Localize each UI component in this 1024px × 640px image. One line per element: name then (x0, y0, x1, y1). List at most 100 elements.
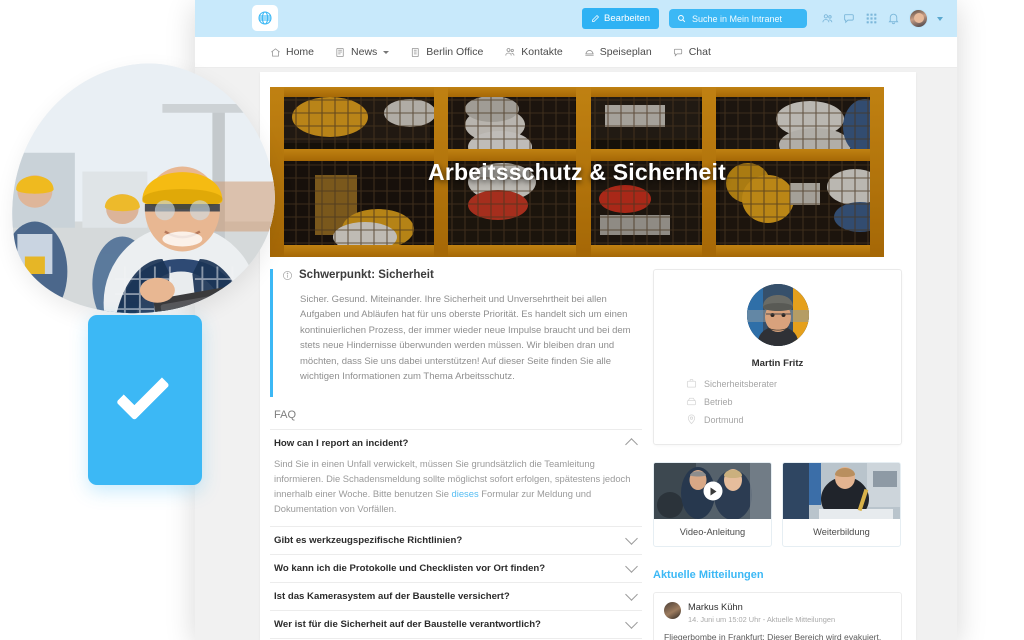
chevron-down-icon[interactable] (625, 531, 638, 545)
faq-question: Ist das Kamerasystem auf der Baustelle v… (274, 590, 510, 602)
faq-question: How can I report an incident? (274, 438, 409, 450)
profile-role: Sicherheitsberater (704, 378, 778, 389)
highlight-box: Schwerpunkt: Sicherheit Sicher. Gesund. … (270, 269, 642, 398)
construction-worker-photo (0, 45, 291, 333)
chevron-down-icon[interactable] (625, 615, 638, 629)
profile-department-row: Betrieb (686, 396, 891, 407)
chat-bubble-icon[interactable] (843, 12, 856, 25)
faq-question-toggle[interactable]: Wo kann ich die Protokolle und Checklist… (270, 555, 642, 582)
contacts-icon (505, 48, 515, 56)
briefcase-icon (686, 378, 697, 388)
chevron-down-icon[interactable] (383, 50, 390, 54)
avatar[interactable] (746, 284, 809, 346)
nav-label: Speiseplan (599, 46, 652, 58)
nav-item-speiseplan[interactable]: Speiseplan (584, 46, 652, 58)
location-pin-icon (687, 414, 696, 425)
faq-item: Wo kann ich die Protokolle und Checklist… (270, 553, 642, 582)
chevron-down-icon[interactable] (625, 587, 638, 601)
profile-name: Martin Fritz (751, 358, 804, 369)
faq-answer: Sind Sie in einen Unfall verwickelt, müs… (270, 457, 642, 525)
main-navigation: Home News Berlin Office Kontakte Speisep… (195, 37, 957, 68)
page-content-card: Arbeitsschutz & Sicherheit Schwerpunkt: … (260, 72, 916, 640)
nav-label: Chat (688, 46, 711, 58)
nav-item-news[interactable]: News (335, 46, 390, 58)
nav-label: Home (286, 46, 315, 58)
nav-label: News (351, 46, 378, 58)
tile-thumbnail (654, 463, 771, 519)
tile-video-anleitung[interactable]: Video-Anleitung (653, 462, 772, 547)
contacts-icon[interactable] (821, 12, 834, 25)
faq-question: Wer ist für die Sicherheit auf der Baust… (274, 618, 541, 630)
faq-question-toggle[interactable]: Wer ist für die Sicherheit auf der Baust… (270, 611, 642, 638)
meal-icon (585, 49, 594, 56)
nav-label: Berlin Office (426, 46, 484, 58)
chat-bubble-icon (673, 48, 682, 57)
faq-item: Ist das Kamerasystem auf der Baustelle v… (270, 581, 642, 610)
profile-role-row: Sicherheitsberater (686, 378, 891, 389)
header-actions: Bearbeiten Suche in Mein Intranet (582, 0, 943, 37)
chevron-down-icon[interactable] (625, 559, 638, 573)
nav-label: Kontakte (521, 46, 563, 58)
chevron-up-icon[interactable] (625, 438, 638, 452)
play-icon[interactable] (703, 481, 722, 501)
nav-item-berlin-office[interactable]: Berlin Office (410, 46, 483, 58)
tile-weiterbildung[interactable]: Weiterbildung (782, 462, 901, 547)
pencil-square-icon (592, 14, 600, 22)
highlight-heading-row: Schwerpunkt: Sicherheit (282, 269, 642, 281)
profile-location-row: Dortmund (686, 414, 891, 425)
browser-window: Bearbeiten Suche in Mein Intranet Home N… (195, 0, 957, 640)
bell-icon[interactable] (887, 12, 900, 25)
profile-department: Betrieb (704, 396, 733, 407)
building-icon (412, 47, 419, 57)
faq-question-toggle[interactable]: How can I report an incident? (270, 430, 642, 457)
profile-card: Martin Fritz Sicherheitsberater Betrieb … (653, 269, 902, 445)
news-timestamp: 14. Juni um 15:02 Uhr - Aktuelle Mitteil… (688, 614, 836, 624)
news-section-title: Aktuelle Mitteilungen (653, 569, 764, 581)
right-column: Martin Fritz Sicherheitsberater Betrieb … (653, 269, 902, 640)
faq-item: How can I report an incident? Sind Sie i… (270, 429, 642, 525)
faq-question: Wo kann ich die Protokolle und Checklist… (274, 562, 546, 574)
nav-item-chat[interactable]: Chat (673, 46, 711, 58)
faq-question-toggle[interactable]: Gibt es werkzeugspezifische Richtlinien? (270, 527, 642, 554)
left-column: Schwerpunkt: Sicherheit Sicher. Gesund. … (270, 269, 642, 640)
chevron-down-icon[interactable] (937, 16, 943, 21)
globe-icon[interactable] (252, 5, 278, 31)
department-icon (686, 397, 697, 406)
top-header-bar: Bearbeiten Suche in Mein Intranet (195, 0, 957, 37)
faq-answer-link[interactable]: dieses (452, 488, 479, 499)
highlight-body: Sicher. Gesund. Miteinander. Ihre Sicher… (300, 294, 631, 382)
search-placeholder: Suche in Mein Intranet (692, 13, 783, 24)
tile-thumbnail (783, 463, 900, 519)
nav-item-kontakte[interactable]: Kontakte (504, 46, 563, 58)
news-post-card[interactable]: Markus Kühn 14. Juni um 15:02 Uhr - Aktu… (653, 592, 902, 640)
home-icon (271, 47, 280, 57)
search-icon (678, 15, 686, 23)
avatar[interactable] (664, 602, 681, 619)
checkmark-card (88, 315, 202, 485)
search-input[interactable]: Suche in Mein Intranet (669, 9, 807, 28)
tile-label: Weiterbildung (813, 527, 870, 537)
news-author: Markus Kühn (688, 602, 743, 612)
edit-button-label: Bearbeiten (604, 13, 650, 24)
hero-banner: Arbeitsschutz & Sicherheit (270, 87, 884, 257)
tile-label: Video-Anleitung (679, 527, 746, 537)
nav-item-home[interactable]: Home (270, 46, 314, 58)
faq-question-toggle[interactable]: Ist das Kamerasystem auf der Baustelle v… (270, 583, 642, 610)
news-body: Fliegerbombe in Frankfurt: Dieser Bereic… (664, 631, 882, 640)
media-tiles: Video-Anleitung Weiterbildung (653, 462, 902, 547)
news-icon (336, 47, 344, 57)
faq-question: Gibt es werkzeugspezifische Richtlinien? (274, 534, 463, 546)
page-title: Arbeitsschutz & Sicherheit (428, 158, 726, 185)
faq-title: FAQ (274, 409, 297, 422)
profile-photo (746, 284, 809, 346)
decorative-photo-blob (0, 45, 291, 333)
news-post-header: Markus Kühn 14. Juni um 15:02 Uhr - Aktu… (664, 602, 891, 624)
avatar[interactable] (909, 9, 928, 28)
faq-item: Gibt es werkzeugspezifische Richtlinien? (270, 525, 642, 554)
profile-location: Dortmund (704, 414, 744, 425)
apps-grid-icon[interactable] (865, 12, 878, 25)
faq-item: Wer ist für die Sicherheit auf der Baust… (270, 609, 642, 638)
highlight-heading: Schwerpunkt: Sicherheit (299, 269, 434, 281)
edit-button[interactable]: Bearbeiten (582, 8, 659, 29)
tile-image (783, 463, 900, 519)
